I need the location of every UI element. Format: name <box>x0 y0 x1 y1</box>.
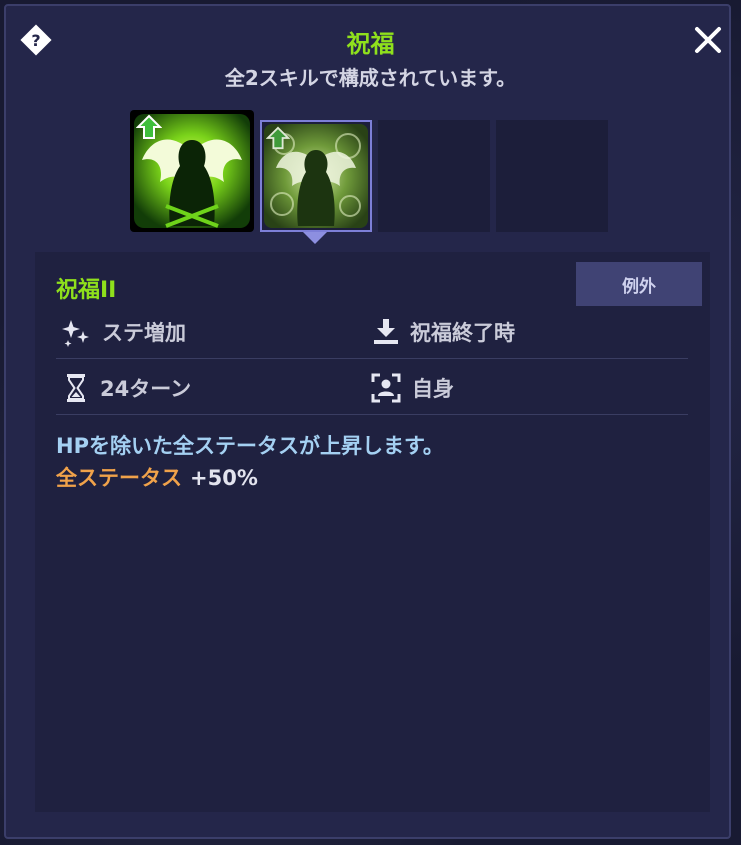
effect-value: +50% <box>190 466 258 490</box>
stat-effect-type-label: ステ増加 <box>102 321 186 345</box>
category-tag: 例外 <box>576 262 702 306</box>
page-title: 祝福 <box>346 30 395 58</box>
divider <box>56 414 688 415</box>
effect-line: 全ステータス +50% <box>56 462 258 492</box>
upgrade-arrow-icon <box>266 126 290 150</box>
page-subtitle: 全2スキルで構成されています。 <box>224 66 517 90</box>
stat-effect-type: ステ増加 <box>60 316 186 348</box>
stat-end-condition: 祝福終了時 <box>372 316 515 348</box>
selection-pointer <box>303 232 327 244</box>
sparkle-icon <box>62 320 89 347</box>
effect-label: 全ステータス <box>56 466 182 490</box>
stat-end-condition-label: 祝福終了時 <box>410 321 515 345</box>
stat-duration-label: 24ターン <box>100 377 192 401</box>
skill-slot-4 <box>496 120 608 232</box>
skill-slot-2[interactable] <box>260 120 372 232</box>
skill-slot-1[interactable] <box>130 110 254 232</box>
skill-slot-3 <box>378 120 490 232</box>
divider <box>56 358 688 359</box>
skill-description: HPを除いた全ステータスが上昇します。 <box>56 434 444 458</box>
upgrade-arrow-icon <box>136 114 162 139</box>
hourglass-icon <box>67 374 85 402</box>
download-end-icon <box>374 319 398 344</box>
skill-name: 祝福II <box>56 278 117 303</box>
stat-target-label: 自身 <box>412 377 454 401</box>
self-target-icon <box>371 373 401 403</box>
stat-duration: 24ターン <box>62 372 191 404</box>
stat-target: 自身 <box>370 372 454 404</box>
